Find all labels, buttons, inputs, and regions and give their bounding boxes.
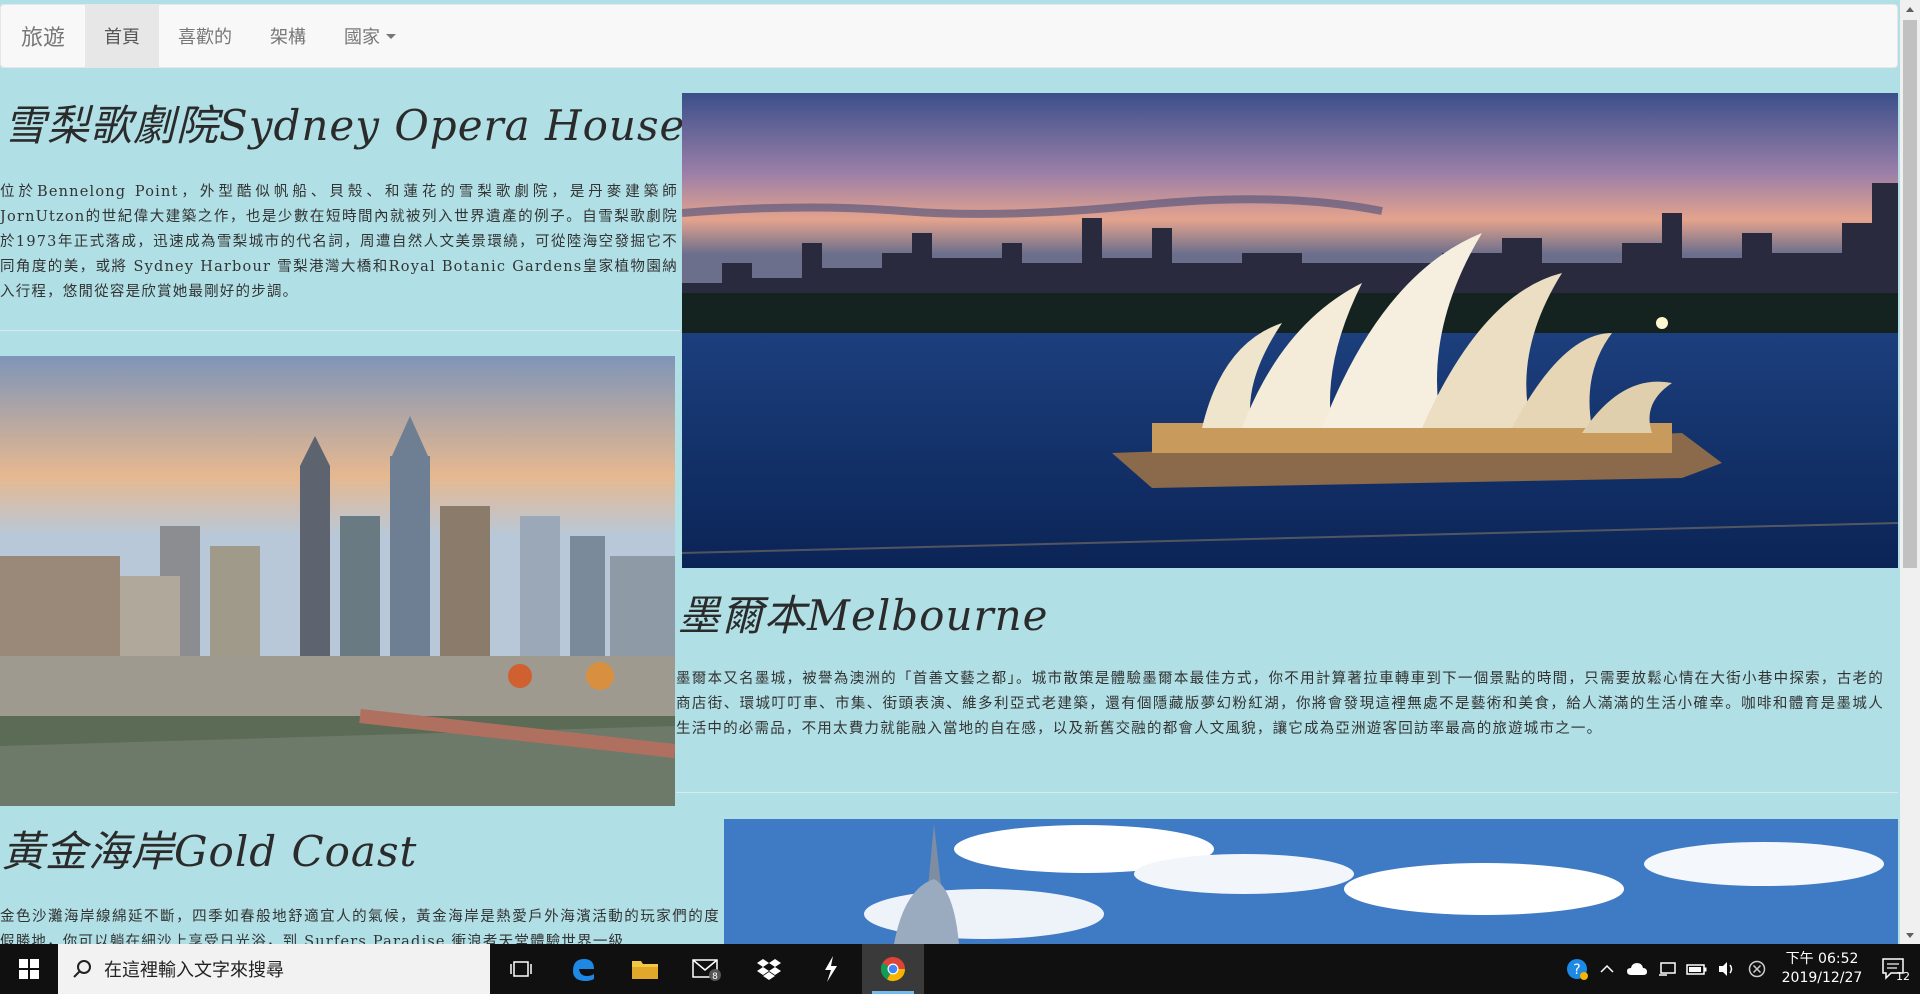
mail-badge: 8 [712,972,718,981]
notification-icon: 12 [1882,958,1910,982]
search-placeholder: 在這裡輸入文字來搜尋 [104,960,284,981]
gold-coast-photo [724,819,1898,944]
tray-status-x[interactable] [1742,944,1772,994]
start-button[interactable] [0,944,58,994]
battery-icon [1686,964,1707,975]
chrome-browser-icon [880,957,905,982]
clock-time: 下午 06:52 [1785,951,1859,967]
task-view-icon [510,961,532,977]
arrow-down-icon [1906,932,1914,938]
taskbar-file-explorer[interactable] [614,944,676,994]
arrow-up-icon [1906,6,1914,12]
svg-text:?: ? [1573,962,1580,978]
nav-item-countries-dropdown[interactable]: 國家 [325,5,415,67]
top-navbar: 旅遊 首頁 喜歡的 架構 國家 [0,4,1898,68]
section-text-melbourne: 墨爾本又名墨城，被譽為澳洲的「首善文藝之都」。城市散策是體驗墨爾本最佳方式，你不… [676,671,1884,737]
notification-count: 12 [1896,970,1910,982]
nav-item-countries-label: 國家 [344,27,381,48]
section-title-melbourne: 墨爾本Melbourne [678,591,1049,640]
task-view-button[interactable] [490,944,552,994]
windows-taskbar: 在這裡輸入文字來搜尋 8 ? 下午 06:52 2019/12/27 12 [0,944,1920,994]
scroll-up-button[interactable] [1900,0,1920,18]
dropbox-icon [757,959,781,980]
cloud-icon [1627,963,1647,975]
windows-logo-icon [19,959,39,979]
section-text-sydney: 位於Bennelong Point，外型酷似帆船、貝殼、和蓮花的雪梨歌劇院，是丹… [0,184,678,300]
system-tray: ? 下午 06:52 2019/12/27 12 [1562,944,1920,994]
close-circle-icon [1748,960,1766,978]
melbourne-skyline-photo [0,356,675,806]
section-divider [0,330,680,331]
help-icon: ? [1567,959,1588,980]
page-scrollbar[interactable] [1900,0,1920,944]
edge-browser-icon [573,959,594,981]
nav-item-favorites[interactable]: 喜歡的 [159,5,251,67]
section-title-sydney: 雪梨歌劇院Sydney Opera House [4,101,686,150]
scroll-down-button[interactable] [1900,926,1920,944]
taskbar-chrome[interactable] [862,944,924,994]
taskbar-search-box[interactable]: 在這裡輸入文字來搜尋 [58,944,490,994]
taskbar-dropbox[interactable] [738,944,800,994]
action-center-button[interactable]: 12 [1872,944,1920,994]
taskbar-clock[interactable]: 下午 06:52 2019/12/27 [1772,950,1872,988]
navbar-brand[interactable]: 旅遊 [1,5,85,67]
taskbar-edge[interactable] [552,944,614,994]
scrollbar-thumb[interactable] [1903,20,1917,568]
taskbar-mail[interactable]: 8 [676,944,738,994]
tray-onedrive[interactable] [1622,944,1652,994]
tray-help[interactable]: ? [1562,944,1592,994]
tray-show-hidden[interactable] [1592,944,1622,994]
nav-item-home[interactable]: 首頁 [85,5,160,67]
taskbar-app[interactable] [800,944,862,994]
tray-network[interactable] [1652,944,1682,994]
section-title-gold-coast: 黃金海岸Gold Coast [2,827,418,876]
section-divider [676,792,1898,793]
tray-battery[interactable] [1682,944,1712,994]
folder-icon [632,961,658,979]
volume-icon [1719,962,1733,976]
network-icon [1659,962,1676,976]
nav-item-structure[interactable]: 架構 [251,5,325,67]
search-icon [73,960,91,978]
sydney-opera-house-photo [682,93,1898,568]
caret-down-icon [386,33,397,39]
app-lightning-icon [825,956,837,982]
tray-volume[interactable] [1712,944,1742,994]
clock-date: 2019/12/27 [1781,970,1863,986]
chevron-up-icon [1600,964,1614,973]
mail-icon: 8 [692,959,721,981]
